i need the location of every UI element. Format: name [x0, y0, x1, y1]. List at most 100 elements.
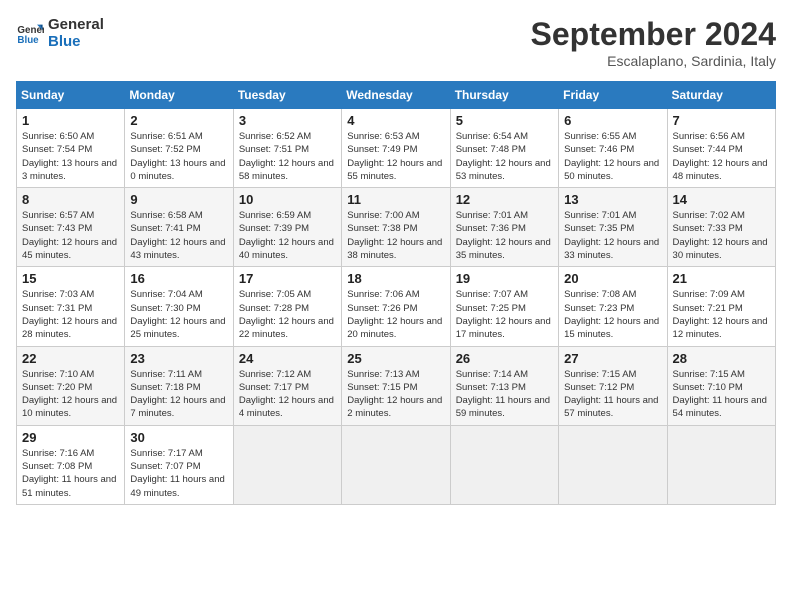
day-number: 24 — [239, 351, 336, 366]
calendar-cell: 16 Sunrise: 7:04 AM Sunset: 7:30 PM Dayl… — [125, 267, 233, 346]
day-info: Sunrise: 7:12 AM Sunset: 7:17 PM Dayligh… — [239, 368, 336, 421]
day-number: 25 — [347, 351, 444, 366]
day-info: Sunrise: 7:16 AM Sunset: 7:08 PM Dayligh… — [22, 447, 119, 500]
calendar-cell: 25 Sunrise: 7:13 AM Sunset: 7:15 PM Dayl… — [342, 346, 450, 425]
day-number: 14 — [673, 192, 770, 207]
day-info: Sunrise: 7:13 AM Sunset: 7:15 PM Dayligh… — [347, 368, 444, 421]
calendar-cell: 15 Sunrise: 7:03 AM Sunset: 7:31 PM Dayl… — [17, 267, 125, 346]
day-info: Sunrise: 7:00 AM Sunset: 7:38 PM Dayligh… — [347, 209, 444, 262]
calendar-cell — [450, 425, 558, 504]
calendar-cell: 14 Sunrise: 7:02 AM Sunset: 7:33 PM Dayl… — [667, 188, 775, 267]
calendar-cell — [559, 425, 667, 504]
page-header: General Blue General Blue September 2024… — [16, 16, 776, 69]
day-info: Sunrise: 6:51 AM Sunset: 7:52 PM Dayligh… — [130, 130, 227, 183]
calendar-cell: 28 Sunrise: 7:15 AM Sunset: 7:10 PM Dayl… — [667, 346, 775, 425]
calendar-cell — [667, 425, 775, 504]
logo-general: General — [48, 16, 104, 33]
day-info: Sunrise: 7:11 AM Sunset: 7:18 PM Dayligh… — [130, 368, 227, 421]
logo: General Blue General Blue — [16, 16, 104, 50]
day-info: Sunrise: 7:17 AM Sunset: 7:07 PM Dayligh… — [130, 447, 227, 500]
day-info: Sunrise: 7:07 AM Sunset: 7:25 PM Dayligh… — [456, 288, 553, 341]
header-thursday: Thursday — [450, 82, 558, 109]
calendar-cell: 19 Sunrise: 7:07 AM Sunset: 7:25 PM Dayl… — [450, 267, 558, 346]
calendar-cell: 18 Sunrise: 7:06 AM Sunset: 7:26 PM Dayl… — [342, 267, 450, 346]
day-number: 15 — [22, 271, 119, 286]
header-friday: Friday — [559, 82, 667, 109]
calendar-cell: 4 Sunrise: 6:53 AM Sunset: 7:49 PM Dayli… — [342, 109, 450, 188]
day-number: 26 — [456, 351, 553, 366]
day-number: 3 — [239, 113, 336, 128]
day-number: 29 — [22, 430, 119, 445]
day-info: Sunrise: 7:06 AM Sunset: 7:26 PM Dayligh… — [347, 288, 444, 341]
day-info: Sunrise: 6:55 AM Sunset: 7:46 PM Dayligh… — [564, 130, 661, 183]
calendar-cell: 27 Sunrise: 7:15 AM Sunset: 7:12 PM Dayl… — [559, 346, 667, 425]
calendar-cell: 2 Sunrise: 6:51 AM Sunset: 7:52 PM Dayli… — [125, 109, 233, 188]
day-info: Sunrise: 7:02 AM Sunset: 7:33 PM Dayligh… — [673, 209, 770, 262]
day-number: 9 — [130, 192, 227, 207]
day-info: Sunrise: 7:08 AM Sunset: 7:23 PM Dayligh… — [564, 288, 661, 341]
day-info: Sunrise: 7:05 AM Sunset: 7:28 PM Dayligh… — [239, 288, 336, 341]
day-number: 10 — [239, 192, 336, 207]
title-area: September 2024 Escalaplano, Sardinia, It… — [531, 16, 776, 69]
day-number: 19 — [456, 271, 553, 286]
day-number: 23 — [130, 351, 227, 366]
day-info: Sunrise: 7:14 AM Sunset: 7:13 PM Dayligh… — [456, 368, 553, 421]
calendar-cell: 5 Sunrise: 6:54 AM Sunset: 7:48 PM Dayli… — [450, 109, 558, 188]
calendar-cell: 7 Sunrise: 6:56 AM Sunset: 7:44 PM Dayli… — [667, 109, 775, 188]
day-info: Sunrise: 7:01 AM Sunset: 7:35 PM Dayligh… — [564, 209, 661, 262]
day-info: Sunrise: 6:53 AM Sunset: 7:49 PM Dayligh… — [347, 130, 444, 183]
day-info: Sunrise: 6:59 AM Sunset: 7:39 PM Dayligh… — [239, 209, 336, 262]
day-info: Sunrise: 6:54 AM Sunset: 7:48 PM Dayligh… — [456, 130, 553, 183]
calendar-cell: 20 Sunrise: 7:08 AM Sunset: 7:23 PM Dayl… — [559, 267, 667, 346]
day-info: Sunrise: 7:15 AM Sunset: 7:12 PM Dayligh… — [564, 368, 661, 421]
day-number: 6 — [564, 113, 661, 128]
calendar-week-1: 1 Sunrise: 6:50 AM Sunset: 7:54 PM Dayli… — [17, 109, 776, 188]
calendar-cell: 13 Sunrise: 7:01 AM Sunset: 7:35 PM Dayl… — [559, 188, 667, 267]
day-info: Sunrise: 6:50 AM Sunset: 7:54 PM Dayligh… — [22, 130, 119, 183]
day-info: Sunrise: 7:03 AM Sunset: 7:31 PM Dayligh… — [22, 288, 119, 341]
calendar-week-3: 15 Sunrise: 7:03 AM Sunset: 7:31 PM Dayl… — [17, 267, 776, 346]
calendar-cell: 17 Sunrise: 7:05 AM Sunset: 7:28 PM Dayl… — [233, 267, 341, 346]
calendar-cell: 29 Sunrise: 7:16 AM Sunset: 7:08 PM Dayl… — [17, 425, 125, 504]
calendar-cell: 23 Sunrise: 7:11 AM Sunset: 7:18 PM Dayl… — [125, 346, 233, 425]
day-info: Sunrise: 6:56 AM Sunset: 7:44 PM Dayligh… — [673, 130, 770, 183]
header-saturday: Saturday — [667, 82, 775, 109]
calendar-cell: 30 Sunrise: 7:17 AM Sunset: 7:07 PM Dayl… — [125, 425, 233, 504]
logo-blue: Blue — [48, 33, 104, 50]
svg-text:Blue: Blue — [17, 35, 39, 46]
day-number: 17 — [239, 271, 336, 286]
calendar-week-4: 22 Sunrise: 7:10 AM Sunset: 7:20 PM Dayl… — [17, 346, 776, 425]
calendar-cell: 1 Sunrise: 6:50 AM Sunset: 7:54 PM Dayli… — [17, 109, 125, 188]
month-title: September 2024 — [531, 16, 776, 53]
day-number: 5 — [456, 113, 553, 128]
day-number: 22 — [22, 351, 119, 366]
day-info: Sunrise: 7:10 AM Sunset: 7:20 PM Dayligh… — [22, 368, 119, 421]
calendar-header-row: SundayMondayTuesdayWednesdayThursdayFrid… — [17, 82, 776, 109]
day-number: 2 — [130, 113, 227, 128]
day-number: 13 — [564, 192, 661, 207]
calendar-cell — [342, 425, 450, 504]
location: Escalaplano, Sardinia, Italy — [531, 53, 776, 69]
day-number: 28 — [673, 351, 770, 366]
header-sunday: Sunday — [17, 82, 125, 109]
day-number: 4 — [347, 113, 444, 128]
header-wednesday: Wednesday — [342, 82, 450, 109]
calendar-cell — [233, 425, 341, 504]
day-number: 8 — [22, 192, 119, 207]
day-number: 16 — [130, 271, 227, 286]
day-number: 30 — [130, 430, 227, 445]
day-info: Sunrise: 7:04 AM Sunset: 7:30 PM Dayligh… — [130, 288, 227, 341]
header-tuesday: Tuesday — [233, 82, 341, 109]
calendar-cell: 24 Sunrise: 7:12 AM Sunset: 7:17 PM Dayl… — [233, 346, 341, 425]
day-info: Sunrise: 6:58 AM Sunset: 7:41 PM Dayligh… — [130, 209, 227, 262]
day-number: 18 — [347, 271, 444, 286]
day-number: 20 — [564, 271, 661, 286]
day-number: 21 — [673, 271, 770, 286]
calendar-table: SundayMondayTuesdayWednesdayThursdayFrid… — [16, 81, 776, 505]
calendar-cell: 6 Sunrise: 6:55 AM Sunset: 7:46 PM Dayli… — [559, 109, 667, 188]
calendar-cell: 12 Sunrise: 7:01 AM Sunset: 7:36 PM Dayl… — [450, 188, 558, 267]
calendar-cell: 10 Sunrise: 6:59 AM Sunset: 7:39 PM Dayl… — [233, 188, 341, 267]
calendar-cell: 9 Sunrise: 6:58 AM Sunset: 7:41 PM Dayli… — [125, 188, 233, 267]
day-number: 11 — [347, 192, 444, 207]
calendar-cell: 26 Sunrise: 7:14 AM Sunset: 7:13 PM Dayl… — [450, 346, 558, 425]
